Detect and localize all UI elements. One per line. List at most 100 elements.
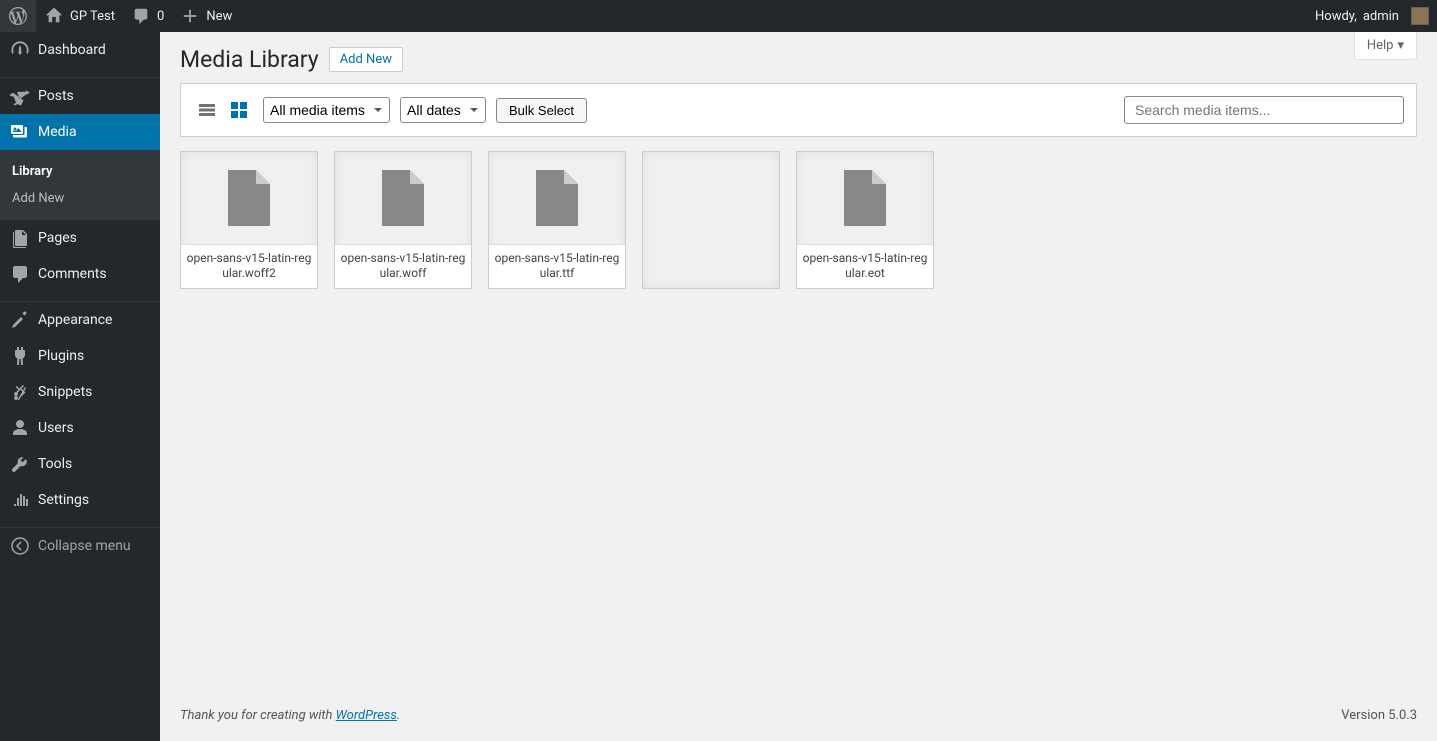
plus-icon bbox=[180, 6, 200, 26]
sidebar-item-comments[interactable]: Comments bbox=[0, 256, 160, 292]
page-title: Media Library bbox=[180, 46, 319, 73]
chevron-down-icon: ▾ bbox=[1397, 38, 1404, 53]
media-filename: open-sans-v15-latin-regular.ttf bbox=[489, 244, 625, 288]
settings-icon bbox=[10, 490, 30, 510]
new-label: New bbox=[206, 9, 232, 24]
sidebar-item-users[interactable]: Users bbox=[0, 410, 160, 446]
footer: Thank you for creating with WordPress. V… bbox=[160, 690, 1437, 741]
file-icon bbox=[228, 170, 270, 226]
sidebar-item-posts[interactable]: Posts bbox=[0, 78, 160, 114]
sidebar-label: Snippets bbox=[38, 384, 92, 400]
view-list-button[interactable] bbox=[193, 96, 221, 124]
new-content-link[interactable]: New bbox=[172, 0, 240, 32]
media-filename: open-sans-v15-latin-regular.woff2 bbox=[181, 244, 317, 288]
content-area: Help ▾ Media Library Add New All media i… bbox=[160, 32, 1437, 741]
sidebar-item-snippets[interactable]: Snippets bbox=[0, 374, 160, 410]
sidebar-label: Pages bbox=[38, 230, 77, 246]
media-item[interactable] bbox=[642, 151, 780, 289]
sidebar-item-appearance[interactable]: Appearance bbox=[0, 302, 160, 338]
view-grid-button[interactable] bbox=[225, 96, 253, 124]
collapse-menu[interactable]: Collapse menu bbox=[0, 528, 160, 564]
wordpress-link[interactable]: WordPress bbox=[336, 708, 397, 723]
collapse-label: Collapse menu bbox=[38, 538, 131, 554]
avatar bbox=[1411, 7, 1429, 25]
sidebar-label: Dashboard bbox=[38, 42, 106, 58]
wp-logo[interactable] bbox=[0, 0, 36, 32]
sidebar-item-dashboard[interactable]: Dashboard bbox=[0, 32, 160, 68]
view-switch bbox=[193, 96, 253, 124]
bulk-select-button[interactable]: Bulk Select bbox=[496, 98, 587, 123]
footer-thanks-prefix: Thank you for creating with bbox=[180, 708, 336, 723]
admin-sidebar: Dashboard Posts Media Library Add New Pa… bbox=[0, 32, 160, 741]
media-filename: open-sans-v15-latin-regular.woff bbox=[335, 244, 471, 288]
sidebar-label: Settings bbox=[38, 492, 89, 508]
snippets-icon bbox=[10, 382, 30, 402]
sidebar-item-plugins[interactable]: Plugins bbox=[0, 338, 160, 374]
sidebar-label: Posts bbox=[38, 88, 74, 104]
comments-link[interactable]: 0 bbox=[123, 0, 172, 32]
sidebar-item-media[interactable]: Media bbox=[0, 114, 160, 150]
howdy-prefix: Howdy, bbox=[1315, 9, 1357, 24]
media-thumb bbox=[643, 152, 779, 288]
filter-type-select[interactable]: All media items bbox=[263, 97, 390, 123]
file-icon bbox=[844, 170, 886, 226]
filter-date-select[interactable]: All dates bbox=[400, 97, 486, 123]
media-item[interactable]: open-sans-v15-latin-regular.woff2 bbox=[180, 151, 318, 289]
comments-icon bbox=[10, 264, 30, 284]
home-icon bbox=[44, 6, 64, 26]
sidebar-label: Appearance bbox=[38, 312, 112, 328]
sidebar-item-tools[interactable]: Tools bbox=[0, 446, 160, 482]
dashboard-icon bbox=[10, 40, 30, 60]
version-text: Version 5.0.3 bbox=[1341, 708, 1417, 723]
username: admin bbox=[1363, 9, 1399, 24]
filter-type-wrap: All media items bbox=[263, 97, 390, 123]
media-thumb bbox=[797, 152, 933, 244]
file-icon bbox=[382, 170, 424, 226]
file-icon bbox=[536, 170, 578, 226]
my-account[interactable]: Howdy, admin bbox=[1307, 0, 1437, 32]
comments-count: 0 bbox=[157, 9, 164, 24]
pin-icon bbox=[10, 86, 30, 106]
help-label: Help bbox=[1367, 38, 1394, 53]
media-filename: open-sans-v15-latin-regular.eot bbox=[797, 244, 933, 288]
collapse-icon bbox=[10, 536, 30, 556]
submenu-item-addnew[interactable]: Add New bbox=[0, 185, 160, 212]
sidebar-label: Plugins bbox=[38, 348, 84, 364]
users-icon bbox=[10, 418, 30, 438]
footer-thanks: Thank you for creating with WordPress. bbox=[180, 708, 400, 723]
media-grid: open-sans-v15-latin-regular.woff2 open-sa… bbox=[160, 137, 1437, 303]
submenu-item-library[interactable]: Library bbox=[0, 158, 160, 185]
add-new-button[interactable]: Add New bbox=[329, 47, 403, 72]
admin-bar: GP Test 0 New Howdy, admin bbox=[0, 0, 1437, 32]
media-thumb bbox=[335, 152, 471, 244]
tools-icon bbox=[10, 454, 30, 474]
plugins-icon bbox=[10, 346, 30, 366]
media-item[interactable]: open-sans-v15-latin-regular.ttf bbox=[488, 151, 626, 289]
admin-bar-left: GP Test 0 New bbox=[0, 0, 240, 32]
footer-thanks-suffix: . bbox=[397, 708, 400, 723]
pages-icon bbox=[10, 228, 30, 248]
sidebar-item-settings[interactable]: Settings bbox=[0, 482, 160, 518]
media-thumb bbox=[181, 152, 317, 244]
sidebar-label: Tools bbox=[38, 456, 72, 472]
admin-bar-right: Howdy, admin bbox=[1307, 0, 1437, 32]
media-item[interactable]: open-sans-v15-latin-regular.eot bbox=[796, 151, 934, 289]
sidebar-label: Media bbox=[38, 124, 77, 140]
media-icon bbox=[10, 122, 30, 142]
wordpress-icon bbox=[8, 6, 28, 26]
media-item[interactable]: open-sans-v15-latin-regular.woff bbox=[334, 151, 472, 289]
sidebar-item-pages[interactable]: Pages bbox=[0, 220, 160, 256]
comment-icon bbox=[131, 6, 151, 26]
appearance-icon bbox=[10, 310, 30, 330]
media-thumb bbox=[489, 152, 625, 244]
filter-date-wrap: All dates bbox=[400, 97, 486, 123]
page-header: Media Library Add New bbox=[160, 32, 1437, 83]
search-input[interactable] bbox=[1124, 96, 1404, 124]
site-name-link[interactable]: GP Test bbox=[36, 0, 123, 32]
sidebar-label: Comments bbox=[38, 266, 107, 282]
help-tab[interactable]: Help ▾ bbox=[1354, 32, 1417, 60]
sidebar-submenu-media: Library Add New bbox=[0, 150, 160, 220]
media-toolbar: All media items All dates Bulk Select bbox=[180, 83, 1417, 137]
sidebar-label: Users bbox=[38, 420, 74, 436]
site-name: GP Test bbox=[70, 9, 115, 24]
